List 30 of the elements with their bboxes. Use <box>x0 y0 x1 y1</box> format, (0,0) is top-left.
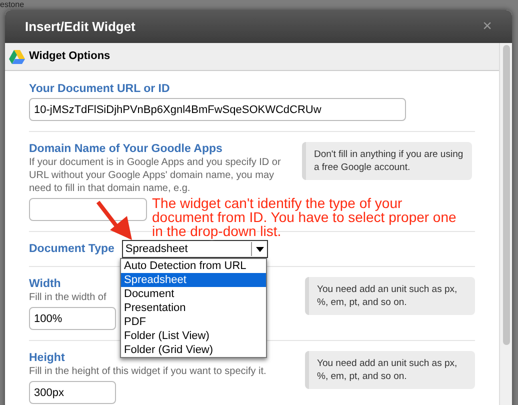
dropdown-option[interactable]: Spreadsheet <box>121 273 266 287</box>
drive-icon <box>9 50 25 64</box>
dropdown-option[interactable]: Presentation <box>121 301 266 315</box>
field-label: Domain Name of Your Goodle Apps <box>29 142 222 156</box>
field-label: Document Type <box>29 242 114 256</box>
text-field[interactable]: 100% <box>29 307 116 330</box>
scrollbar-thumb[interactable] <box>502 45 510 345</box>
hint-note: Don't fill in anything if you are using a free Google account. <box>302 142 472 180</box>
caret-icon <box>256 246 264 252</box>
background-text: estone <box>0 0 24 9</box>
field-description: Fill in the width of <box>29 291 106 304</box>
field-description: If your document is in Google Apps and you specify ID or URL without your Google Apps' domain name, you may need to fill in that domain name, e.g. <box>29 156 282 195</box>
dropdown-option[interactable]: PDF <box>121 315 266 329</box>
dropdown-option[interactable]: Folder (Grid View) <box>121 343 266 357</box>
dropdown-option[interactable]: Document <box>121 287 266 301</box>
hint-note: You need add an unit such as px, %, em, pt, and so on. <box>305 277 475 315</box>
section-title: Widget Options <box>29 49 110 64</box>
text-field[interactable] <box>29 198 147 221</box>
dropdown-option[interactable]: Folder (List View) <box>121 329 266 343</box>
field-label: Your Document URL or ID <box>29 82 170 96</box>
dropdown-option[interactable]: Auto Detection from URL <box>121 259 266 273</box>
field-label: Height <box>29 351 65 365</box>
text-field[interactable]: 300px <box>29 381 116 404</box>
hint-note: You need add an unit such as px, %, em, pt, and so on. <box>305 351 475 389</box>
annotation-text: The widget can't identify the type of your document from ID. You have to select proper one in the drop-down list. <box>152 196 458 238</box>
window-title: Insert/Edit Widget <box>25 18 136 36</box>
dropdown-select[interactable]: Spreadsheet <box>122 240 268 258</box>
field-description: Fill in the height of this widget if you want to specify it. <box>29 365 266 378</box>
field-label: Width <box>29 277 61 291</box>
text-field[interactable]: 10-jMSzTdFlSiDjhPVnBp6Xgnl4BmFwSqeSOKWCdCRUw <box>29 98 406 121</box>
